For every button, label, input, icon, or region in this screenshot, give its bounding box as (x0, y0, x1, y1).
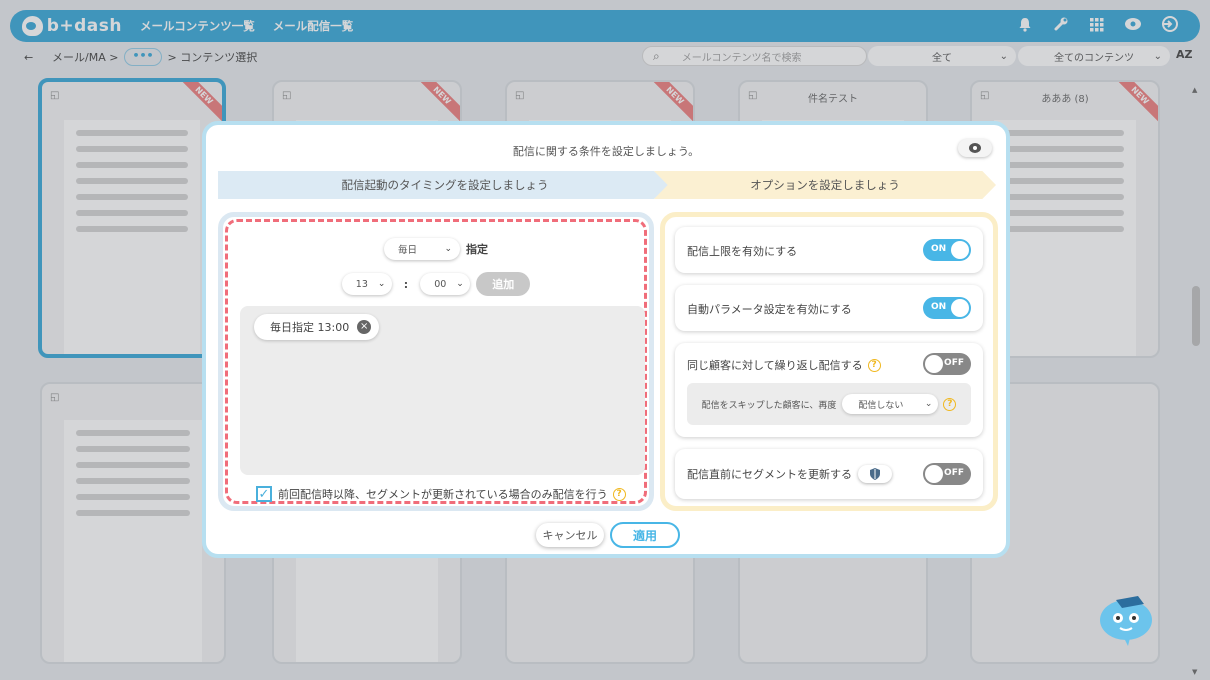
redeliver-select[interactable]: 配信しない ⌄ (842, 394, 939, 414)
delivery-limit-toggle[interactable]: ON (923, 239, 971, 261)
help-icon[interactable]: ? (867, 358, 881, 372)
option-repeat-delivery: 同じ顧客に対して繰り返し配信する ? OFF 配信をスキップした顧客に、再度 配… (675, 343, 983, 437)
help-icon[interactable]: ? (612, 487, 626, 501)
timing-highlight-frame: 毎日 ⌄ 指定 13 ⌄ : 00 ⌄ 追加 毎日指定 13:00 × ✓ 前回… (225, 219, 647, 504)
repeat-delivery-toggle[interactable]: OFF (923, 353, 971, 375)
schedule-chip: 毎日指定 13:00 × (254, 314, 380, 340)
segment-updated-checkbox[interactable]: ✓ (256, 486, 272, 502)
add-schedule-button[interactable]: 追加 (476, 272, 531, 296)
mascot-assistant-icon[interactable] (1098, 590, 1158, 646)
cancel-button[interactable]: キャンセル (536, 523, 604, 547)
step-options: オプションを設定しましょう (654, 171, 996, 199)
minute-select[interactable]: 00 ⌄ (420, 273, 471, 295)
schedule-list: 毎日指定 13:00 × (240, 306, 645, 475)
frequency-select[interactable]: 毎日 ⌄ (384, 238, 460, 260)
update-segment-toggle[interactable]: OFF (923, 463, 971, 485)
help-icon[interactable]: ? (943, 397, 957, 411)
option-update-segment: 配信直前にセグメントを更新する OFF (675, 449, 983, 499)
timing-panel: 毎日 ⌄ 指定 13 ⌄ : 00 ⌄ 追加 毎日指定 13:00 × ✓ 前回… (218, 212, 654, 511)
modal-title: 配信に関する条件を設定しましょう。 (512, 145, 700, 158)
options-panel: 配信上限を有効にする ON 自動パラメータ設定を有効にする ON 同じ顧客に対し… (660, 212, 998, 511)
repeat-skip-setting: 配信をスキップした顧客に、再度 配信しない ⌄ ? (687, 383, 971, 425)
option-delivery-limit: 配信上限を有効にする ON (675, 227, 983, 273)
remove-chip-icon[interactable]: × (357, 320, 372, 334)
modal-help-button[interactable] (958, 139, 992, 157)
chevron-down-icon: ⌄ (456, 279, 464, 289)
auto-parameter-toggle[interactable]: ON (923, 297, 971, 319)
step-timing: 配信起動のタイミングを設定しましょう (218, 171, 672, 199)
chevron-down-icon: ⌄ (444, 244, 452, 254)
frequency-suffix-label: 指定 (466, 243, 488, 256)
apply-button[interactable]: 適用 (610, 522, 680, 548)
delivery-conditions-modal: 配信に関する条件を設定しましょう。 配信起動のタイミングを設定しましょう オプシ… (202, 121, 1010, 558)
segment-updated-only-option[interactable]: ✓ 前回配信時以降、セグメントが更新されている場合のみ配信を行う ? (256, 486, 626, 502)
help-chat-icon (969, 143, 981, 153)
chevron-down-icon: ⌄ (377, 279, 386, 289)
time-separator: : (403, 277, 409, 291)
shield-icon[interactable] (858, 465, 892, 483)
hour-select[interactable]: 13 ⌄ (341, 273, 392, 295)
option-auto-parameter: 自動パラメータ設定を有効にする ON (675, 285, 983, 331)
chevron-down-icon: ⌄ (924, 399, 933, 409)
